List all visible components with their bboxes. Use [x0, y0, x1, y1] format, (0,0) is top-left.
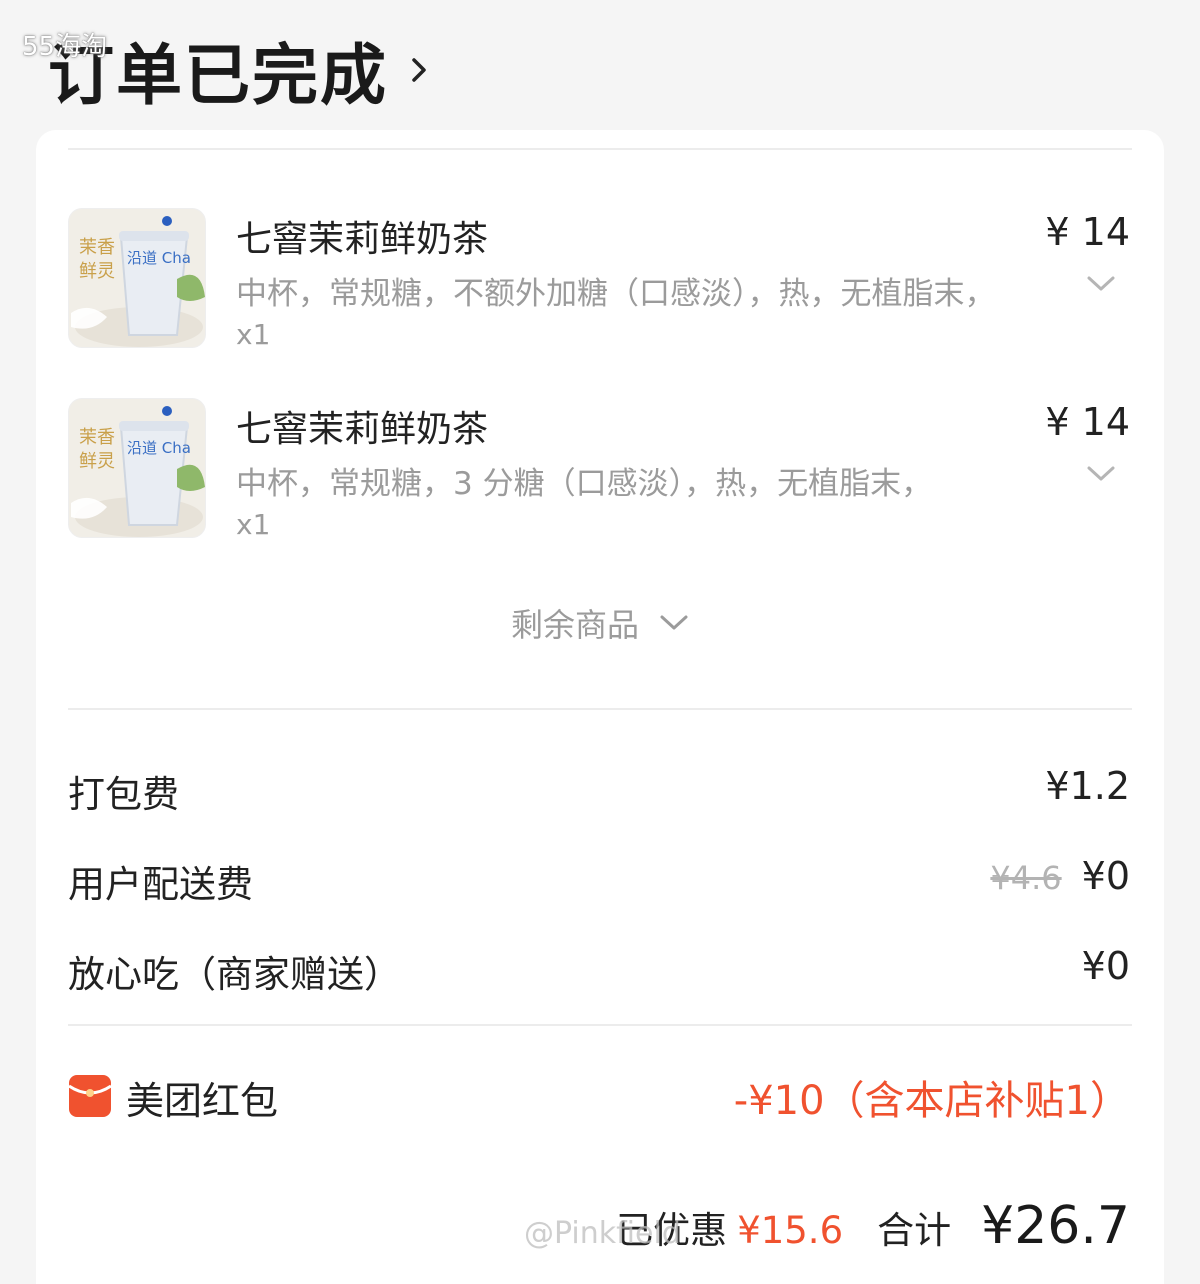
fee-label: 用户配送费	[68, 863, 253, 906]
fee-amount: ¥0	[1081, 944, 1130, 988]
thumb-text-a: 茉香	[79, 427, 115, 448]
red-packet-value: -¥10（含本店补贴1）	[733, 1078, 1130, 1124]
thumb-brand: 沿道 Cha	[127, 439, 191, 457]
watermark-top: 55海淘	[22, 32, 108, 62]
sum-label: 合计	[877, 1209, 952, 1252]
chevron-down-icon	[660, 615, 688, 630]
thumb-text-b: 鲜灵	[79, 261, 115, 282]
item-name: 七窨茉莉鲜奶茶	[236, 219, 489, 260]
fee-row-insurance: 放心吃（商家赠送） ¥0	[68, 944, 1132, 1004]
fee-row-packaging: 打包费 ¥1.2	[68, 764, 1132, 824]
item-spec: 中杯，常规糖，3 分糖（口感淡），热，无植脂末，	[236, 466, 933, 502]
chevron-down-icon[interactable]	[1086, 274, 1116, 294]
item-qty: x1	[236, 318, 271, 351]
order-detail-card: 茉香 鲜灵 沿道 Cha 七窨茉莉鲜奶茶 ¥ 14 中杯，常规糖，不额外加糖（口…	[36, 130, 1164, 1284]
thumb-brand: 沿道 Cha	[127, 249, 191, 267]
item-qty: x1	[236, 508, 271, 541]
fee-label: 打包费	[68, 773, 179, 816]
item-spec: 中杯，常规糖，不额外加糖（口感淡），热，无植脂末，	[236, 276, 996, 312]
fee-row-delivery: 用户配送费 ¥4.6 ¥0	[68, 854, 1132, 914]
fee-value: ¥1.2	[1045, 764, 1130, 808]
order-item[interactable]: 茉香 鲜灵 沿道 Cha 七窨茉莉鲜奶茶 ¥ 14 中杯，常规糖，不额外加糖（口…	[68, 208, 1132, 358]
sum-value: ¥26.7	[981, 1196, 1130, 1256]
more-items-button[interactable]: 剩余商品	[36, 600, 1164, 646]
fee-amount: ¥0	[1081, 854, 1130, 898]
thumb-text-b: 鲜灵	[79, 451, 115, 472]
red-packet-icon	[68, 1075, 112, 1117]
watermark-bottom: @Pinkfield	[524, 1216, 681, 1251]
red-packet-row[interactable]: 美团红包 -¥10（含本店补贴1）	[68, 1068, 1132, 1128]
saved-value: ¥15.6	[737, 1209, 844, 1252]
chevron-right-icon[interactable]	[406, 57, 432, 83]
total-row: 已优惠 ¥15.6 合计 ¥26.7	[616, 1196, 1130, 1256]
thumb-text-a: 茉香	[79, 237, 115, 258]
divider	[68, 1024, 1132, 1026]
red-packet-label: 美团红包	[126, 1079, 279, 1123]
fee-amount: ¥1.2	[1045, 764, 1130, 808]
original-price: ¥4.6	[990, 859, 1062, 897]
fee-value: ¥4.6 ¥0	[990, 854, 1130, 898]
order-item[interactable]: 茉香 鲜灵 沿道 Cha 七窨茉莉鲜奶茶 ¥ 14 中杯，常规糖，3 分糖（口感…	[68, 398, 1132, 548]
divider	[68, 708, 1132, 710]
product-thumbnail: 茉香 鲜灵 沿道 Cha	[68, 398, 206, 538]
fee-value: ¥0	[1082, 944, 1130, 988]
fee-label: 放心吃（商家赠送）	[68, 953, 401, 996]
item-price: ¥ 14	[1045, 400, 1130, 444]
chevron-down-icon[interactable]	[1086, 464, 1116, 484]
more-items-label: 剩余商品	[510, 606, 639, 644]
item-name: 七窨茉莉鲜奶茶	[236, 409, 489, 450]
divider	[68, 148, 1132, 150]
item-price: ¥ 14	[1045, 210, 1130, 254]
product-thumbnail: 茉香 鲜灵 沿道 Cha	[68, 208, 206, 348]
